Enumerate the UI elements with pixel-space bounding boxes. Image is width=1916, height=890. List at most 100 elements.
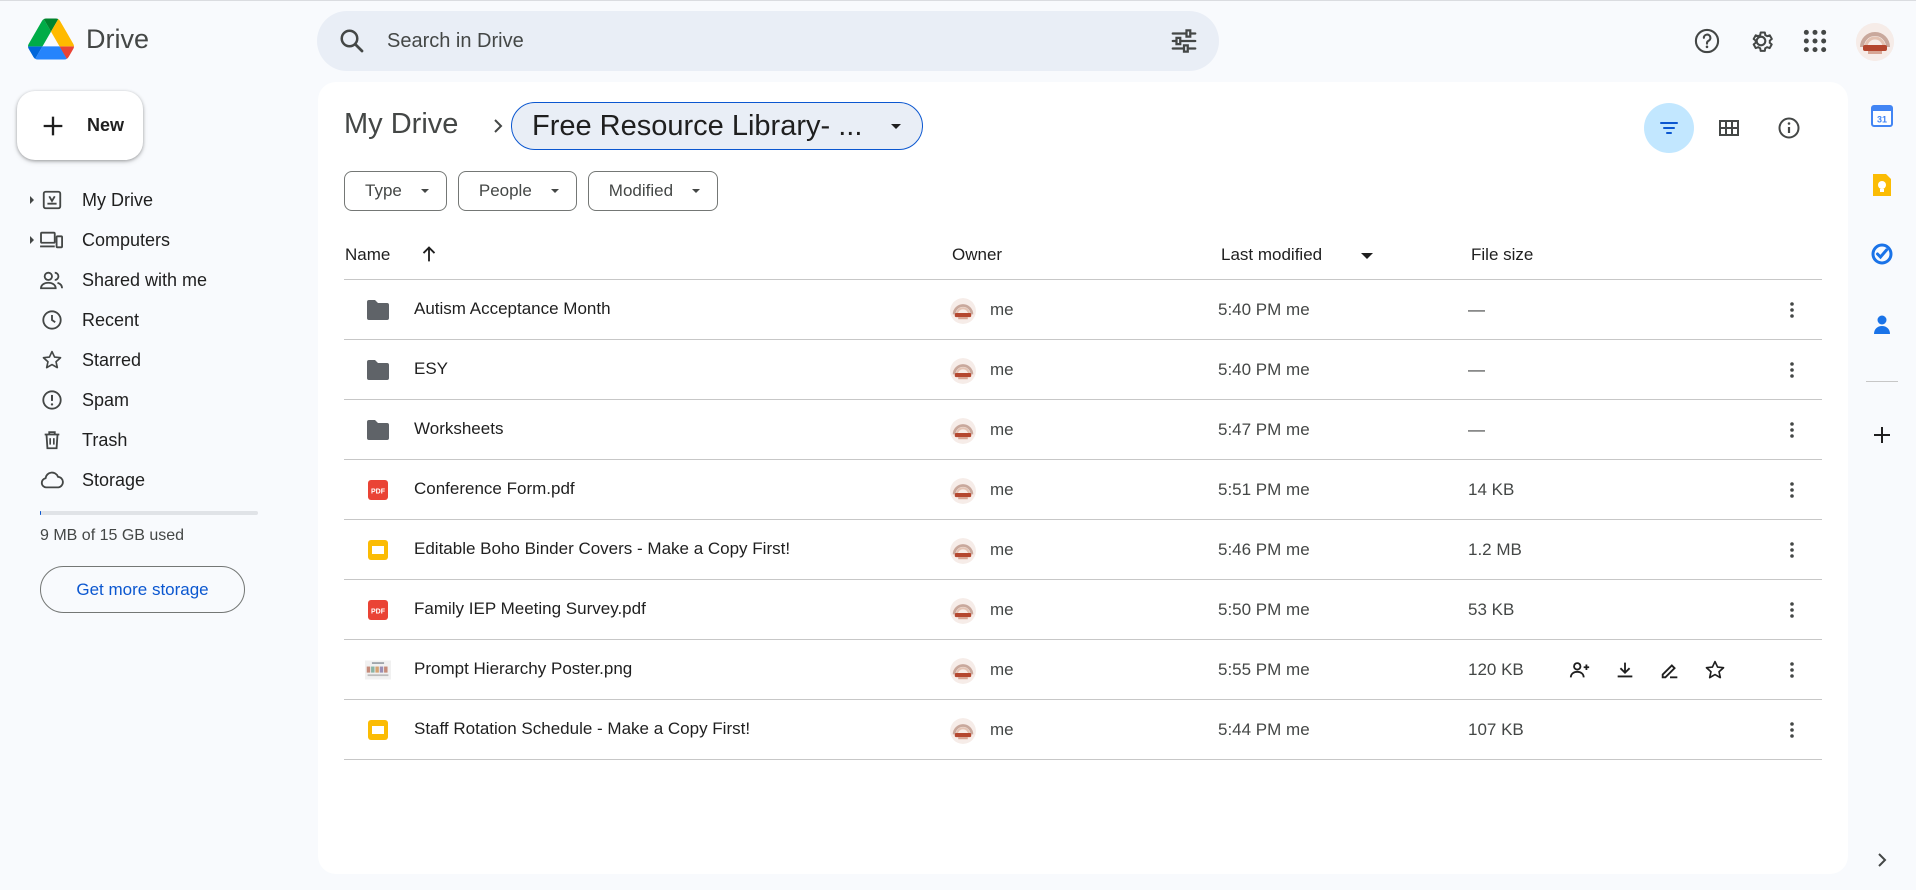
search-options-icon[interactable] xyxy=(1169,26,1199,56)
more-actions-icon[interactable] xyxy=(1774,292,1810,328)
sidebar-nav: My Drive Computers Shared with me Recent… xyxy=(0,180,300,500)
dropdown-arrow-icon xyxy=(420,189,429,193)
sidebar-item-computers[interactable]: Computers xyxy=(0,220,300,260)
column-file-size-header[interactable]: File size xyxy=(1471,245,1533,265)
last-modified: 5:40 PM me xyxy=(1218,300,1310,319)
search-icon[interactable] xyxy=(337,26,367,56)
pdf-icon: PDF xyxy=(365,597,391,623)
file-name[interactable]: Editable Boho Binder Covers - Make a Cop… xyxy=(414,539,790,559)
expand-caret-icon[interactable] xyxy=(28,235,36,245)
filter-modified-chip[interactable]: Modified xyxy=(587,171,719,211)
file-row[interactable]: PDF Family IEP Meeting Survey.pdf me 5:50 P… xyxy=(344,580,1822,640)
more-actions-icon[interactable] xyxy=(1774,352,1810,388)
search-bar[interactable]: Search in Drive xyxy=(317,11,1219,71)
column-name-header[interactable]: Name xyxy=(345,245,390,265)
svg-text:31: 31 xyxy=(1877,115,1887,125)
owner-name: me xyxy=(990,600,1014,619)
file-row[interactable]: Editable Boho Binder Covers - Make a Cop… xyxy=(344,520,1822,580)
spam-icon xyxy=(39,387,65,413)
get-add-ons-plus-icon[interactable] xyxy=(1868,421,1896,449)
file-row[interactable]: Staff Rotation Schedule - Make a Copy Fi… xyxy=(344,700,1822,760)
more-actions-icon[interactable] xyxy=(1774,412,1810,448)
owner-name: me xyxy=(990,540,1014,559)
filter-toggle-button[interactable] xyxy=(1644,103,1694,153)
grid-view-icon xyxy=(1719,120,1739,136)
cloud-icon xyxy=(39,467,65,493)
share-icon[interactable] xyxy=(1562,652,1598,688)
slides-icon xyxy=(365,537,391,563)
file-size: — xyxy=(1468,300,1485,319)
filter-modified-label: Modified xyxy=(608,181,674,200)
file-name[interactable]: ESY xyxy=(414,359,448,379)
owner-avatar xyxy=(950,358,976,384)
help-icon[interactable] xyxy=(1689,23,1725,59)
download-icon[interactable] xyxy=(1607,652,1643,688)
contacts-icon[interactable] xyxy=(1868,311,1896,339)
sidebar-item-starred[interactable]: Starred xyxy=(0,340,300,380)
filter-type-chip[interactable]: Type xyxy=(344,171,447,211)
file-name[interactable]: Staff Rotation Schedule - Make a Copy Fi… xyxy=(414,719,750,739)
file-size: 107 KB xyxy=(1468,720,1524,739)
get-more-storage-button[interactable]: Get more storage xyxy=(40,566,245,613)
sidebar-item-trash[interactable]: Trash xyxy=(0,420,300,460)
add-to-starred-icon[interactable] xyxy=(1697,652,1733,688)
folder-icon xyxy=(365,297,391,323)
breadcrumb-current-folder[interactable]: Free Resource Library- ... xyxy=(511,102,924,150)
new-button-label: New xyxy=(87,115,125,135)
file-name[interactable]: Conference Form.pdf xyxy=(414,479,575,499)
top-border xyxy=(0,0,1916,1)
more-actions-icon[interactable] xyxy=(1774,652,1810,688)
filter-people-chip[interactable]: People xyxy=(457,171,577,211)
info-icon xyxy=(1778,117,1800,139)
file-row[interactable]: Worksheets me 5:47 PM me — xyxy=(344,400,1822,460)
file-name[interactable]: Prompt Hierarchy Poster.png xyxy=(414,659,632,679)
apps-grid-icon[interactable] xyxy=(1797,23,1833,59)
owner-name: me xyxy=(990,720,1014,739)
breadcrumb-root[interactable]: My Drive xyxy=(344,108,458,141)
plus-icon xyxy=(43,116,63,135)
more-actions-icon[interactable] xyxy=(1774,532,1810,568)
sidebar-item-spam[interactable]: Spam xyxy=(0,380,300,420)
folder-icon xyxy=(365,357,391,383)
filter-people-label: People xyxy=(478,181,532,200)
more-actions-icon[interactable] xyxy=(1774,712,1810,748)
grid-view-button[interactable] xyxy=(1704,103,1754,153)
owner-avatar xyxy=(950,538,976,564)
file-table-header: Name Owner Last modified File size xyxy=(344,233,1822,280)
file-row[interactable]: ESY me 5:40 PM me — xyxy=(344,340,1822,400)
sidebar-item-storage[interactable]: Storage xyxy=(0,460,300,500)
column-last-modified-header[interactable]: Last modified xyxy=(1221,245,1322,265)
calendar-icon[interactable]: 31 xyxy=(1868,102,1896,130)
details-info-button[interactable] xyxy=(1764,103,1814,153)
column-owner-header[interactable]: Owner xyxy=(952,245,1002,265)
keep-icon[interactable] xyxy=(1868,171,1896,199)
more-actions-icon[interactable] xyxy=(1774,592,1810,628)
sidebar-item-recent[interactable]: Recent xyxy=(0,300,300,340)
file-name[interactable]: Autism Acceptance Month xyxy=(414,299,611,319)
file-size: 120 KB xyxy=(1468,660,1524,679)
rename-icon[interactable] xyxy=(1652,652,1688,688)
sort-arrow-up-icon[interactable] xyxy=(418,243,440,265)
sort-dropdown-icon[interactable] xyxy=(1360,251,1374,261)
svg-text:PDF: PDF xyxy=(371,489,386,496)
last-modified: 5:50 PM me xyxy=(1218,600,1310,619)
settings-gear-icon[interactable] xyxy=(1743,23,1779,59)
sidebar-item-my-drive[interactable]: My Drive xyxy=(0,180,300,220)
file-name[interactable]: Family IEP Meeting Survey.pdf xyxy=(414,599,646,619)
drive-logo[interactable]: Drive xyxy=(28,18,149,60)
file-row[interactable]: Autism Acceptance Month me 5:40 PM me — xyxy=(344,280,1822,340)
owner-avatar xyxy=(950,298,976,324)
new-button[interactable]: New xyxy=(17,91,143,160)
expand-caret-icon[interactable] xyxy=(28,195,36,205)
filter-chips: Type People Modified xyxy=(344,171,719,211)
account-avatar[interactable] xyxy=(1856,23,1894,61)
search-input[interactable]: Search in Drive xyxy=(387,30,524,53)
more-actions-icon[interactable] xyxy=(1774,472,1810,508)
tasks-icon[interactable] xyxy=(1868,240,1896,268)
file-row[interactable]: PDF Conference Form.pdf me 5:51 PM me 14 KB xyxy=(344,460,1822,520)
show-side-panel-chevron-icon[interactable] xyxy=(1868,846,1896,874)
file-name[interactable]: Worksheets xyxy=(414,419,503,439)
file-row[interactable]: Prompt Hierarchy Poster.png me 5:55 PM me 1… xyxy=(344,640,1822,700)
dropdown-arrow-icon xyxy=(891,124,902,129)
sidebar-item-shared-with-me[interactable]: Shared with me xyxy=(0,260,300,300)
